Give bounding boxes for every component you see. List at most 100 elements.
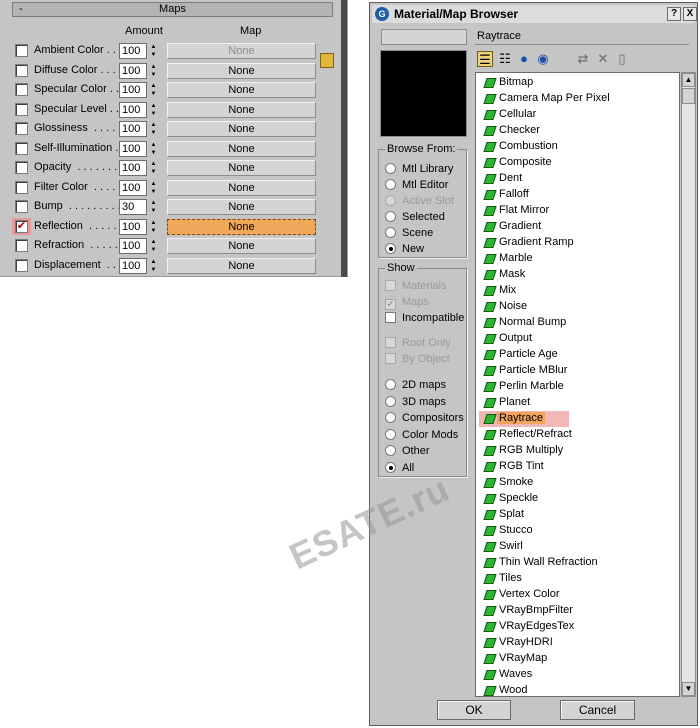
map-list-item[interactable]: RGB Tint (479, 459, 679, 475)
map-list-item[interactable]: Dent (479, 171, 679, 187)
map-list-item[interactable]: VRayBmpFilter (479, 603, 679, 619)
scroll-thumb[interactable] (682, 88, 695, 104)
map-list-item[interactable]: Checker (479, 123, 679, 139)
map-list-item[interactable]: Swirl (479, 539, 679, 555)
amount-spinner-icon[interactable]: ▲ ▼ (149, 141, 158, 157)
browse-from-option[interactable]: Mtl Library (385, 163, 453, 179)
map-list-item[interactable]: Stucco (479, 523, 679, 539)
map-slot-button[interactable]: None (167, 140, 316, 157)
map-list-item[interactable]: Flat Mirror (479, 203, 679, 219)
map-slot-button[interactable]: None (167, 43, 316, 59)
scroll-down-icon[interactable]: ▼ (682, 682, 695, 696)
amount-input[interactable]: 100 (119, 179, 147, 196)
ok-button[interactable]: OK (437, 700, 511, 720)
map-list-item[interactable]: Perlin Marble (479, 379, 679, 395)
map-list-item[interactable]: Noise (479, 299, 679, 315)
map-list-item[interactable]: Mask (479, 267, 679, 283)
map-enable-checkbox[interactable] (15, 239, 28, 252)
amount-spinner-icon[interactable]: ▲ ▼ (149, 258, 158, 274)
lock-icon[interactable] (320, 53, 334, 68)
amount-spinner-icon[interactable]: ▲ ▼ (149, 121, 158, 137)
browse-from-option[interactable]: Mtl Editor (385, 179, 448, 195)
map-slot-button[interactable]: None (167, 199, 316, 215)
map-category-option[interactable]: Color Mods (385, 428, 458, 445)
name-field[interactable]: Raytrace (475, 28, 689, 45)
map-enable-checkbox[interactable] (15, 44, 28, 57)
map-slot-button[interactable]: None (167, 101, 316, 118)
map-slot-button[interactable]: None (167, 238, 316, 254)
amount-input[interactable]: 100 (119, 160, 147, 176)
large-icons-icon[interactable]: ◉ (535, 51, 551, 67)
map-enable-checkbox[interactable] (15, 102, 28, 116)
map-slot-button[interactable]: None (167, 121, 316, 137)
map-list-item[interactable]: Splat (479, 507, 679, 523)
title-bar[interactable]: G Material/Map Browser ? X (372, 5, 697, 23)
close-button[interactable]: X (683, 7, 697, 21)
update-scene-icon[interactable]: ⇄ (575, 51, 591, 67)
map-list-item[interactable]: Waves (479, 667, 679, 683)
amount-spinner-icon[interactable]: ▲ ▼ (149, 160, 158, 176)
map-list-item[interactable]: Output (479, 331, 679, 347)
map-enable-checkbox[interactable] (15, 200, 28, 213)
map-enable-checkbox[interactable] (15, 258, 28, 272)
map-slot-button[interactable]: None (167, 257, 316, 274)
amount-spinner-icon[interactable]: ▲ ▼ (149, 219, 158, 235)
map-list-item[interactable]: VRayHDRI (479, 635, 679, 651)
map-list-item[interactable]: Combustion (479, 139, 679, 155)
map-list-item[interactable]: VRayMap (479, 651, 679, 667)
browse-from-option[interactable]: Scene (385, 227, 433, 243)
map-list-item[interactable]: VRayEdgesTex (479, 619, 679, 635)
map-slot-button[interactable]: None (167, 82, 316, 98)
map-list-item[interactable]: Vertex Color (479, 587, 679, 603)
clear-library-icon[interactable]: ▯ (614, 51, 630, 67)
amount-input[interactable]: 100 (119, 62, 147, 79)
rollout-toggle[interactable]: - (19, 3, 23, 16)
map-list-item[interactable]: Raytrace (479, 411, 679, 427)
amount-input[interactable]: 100 (119, 82, 147, 98)
scroll-up-icon[interactable]: ▲ (682, 73, 695, 87)
map-slot-button[interactable]: None (167, 179, 316, 196)
map-list-item[interactable]: Planet (479, 395, 679, 411)
map-list-item[interactable]: Normal Bump (479, 315, 679, 331)
map-list-item[interactable]: Marble (479, 251, 679, 267)
map-enable-checkbox[interactable]: ✔ (15, 219, 28, 233)
delete-icon[interactable]: ✕ (595, 51, 611, 67)
map-list-item[interactable]: Cellular (479, 107, 679, 123)
map-category-option[interactable]: All (385, 461, 414, 478)
map-category-option[interactable]: Other (385, 445, 430, 461)
amount-input[interactable]: 100 (119, 218, 147, 235)
map-list-item[interactable]: Falloff (479, 187, 679, 203)
view-list-icons-icon[interactable]: ☷ (497, 51, 513, 67)
map-enable-checkbox[interactable] (15, 161, 28, 174)
map-enable-checkbox[interactable] (15, 141, 28, 155)
amount-spinner-icon[interactable]: ▲ ▼ (149, 43, 158, 59)
browse-from-option[interactable]: Selected (385, 211, 445, 227)
cancel-button[interactable]: Cancel (560, 700, 635, 720)
amount-spinner-icon[interactable]: ▲ ▼ (149, 82, 158, 98)
map-list[interactable]: Bitmap Camera Map Per Pixel Cellular Checke… (475, 72, 680, 697)
amount-input[interactable]: 100 (119, 43, 147, 59)
map-enable-checkbox[interactable] (15, 63, 28, 77)
map-list-item[interactable]: Bitmap (479, 75, 679, 91)
map-enable-checkbox[interactable] (15, 122, 28, 135)
amount-input[interactable]: 30 (119, 199, 147, 215)
amount-input[interactable]: 100 (119, 121, 147, 137)
map-slot-button[interactable]: None (167, 160, 316, 176)
amount-input[interactable]: 100 (119, 101, 147, 118)
amount-spinner-icon[interactable]: ▲ ▼ (149, 63, 158, 79)
amount-spinner-icon[interactable]: ▲ ▼ (149, 238, 158, 254)
help-button[interactable]: ? (667, 7, 681, 21)
show-option[interactable]: Incompatible (385, 312, 464, 328)
amount-input[interactable]: 100 (119, 238, 147, 254)
map-category-option[interactable]: 3D maps (385, 395, 446, 412)
view-list-icon[interactable]: ☰ (477, 51, 493, 67)
map-slot-button[interactable]: None (167, 62, 316, 79)
map-list-item[interactable]: Reflect/Refract (479, 427, 679, 443)
browse-from-option[interactable]: New (385, 243, 424, 259)
map-list-item[interactable]: Speckle (479, 491, 679, 507)
map-list-item[interactable]: Mix (479, 283, 679, 299)
amount-spinner-icon[interactable]: ▲ ▼ (149, 199, 158, 215)
map-list-item[interactable]: Gradient (479, 219, 679, 235)
amount-spinner-icon[interactable]: ▲ ▼ (149, 180, 158, 196)
map-enable-checkbox[interactable] (15, 180, 28, 194)
